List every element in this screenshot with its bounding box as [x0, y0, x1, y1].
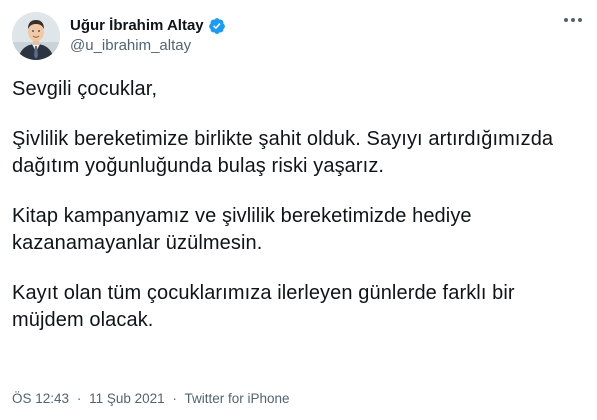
tweet-header: Uğur İbrahim Altay @u_ibrahim_altay	[12, 12, 581, 60]
author-handle[interactable]: @u_ibrahim_altay	[70, 36, 226, 56]
tweet-paragraph: Kitap kampanyamız ve şivlilik bereketimi…	[12, 205, 472, 254]
tweet-card: Uğur İbrahim Altay @u_ibrahim_altay Sevg…	[0, 0, 597, 420]
tweet-date[interactable]: 11 Şub 2021	[89, 391, 165, 406]
more-options-icon[interactable]	[561, 10, 585, 30]
meta-separator: ·	[76, 391, 82, 406]
tweet-paragraph: Sevgili çocuklar,	[12, 78, 158, 100]
tweet-paragraph: Kayıt olan tüm çocuklarımıza ilerleyen g…	[12, 282, 515, 331]
tweet-meta: ÖS 12:43 · 11 Şub 2021 · Twitter for iPh…	[12, 389, 289, 409]
name-row: Uğur İbrahim Altay	[70, 16, 226, 36]
tweet-paragraph: Şivlilik bereketimize birlikte şahit old…	[12, 128, 554, 177]
avatar[interactable]	[12, 12, 60, 60]
tweet-text: Sevgili çocuklar, Şivlilik bereketimize …	[12, 76, 585, 357]
meta-separator: ·	[172, 391, 177, 406]
author-names: Uğur İbrahim Altay @u_ibrahim_altay	[70, 16, 226, 56]
tweet-source[interactable]: Twitter for iPhone	[184, 391, 289, 406]
tweet-time[interactable]: ÖS 12:43	[12, 391, 69, 406]
author-display-name[interactable]: Uğur İbrahim Altay	[70, 16, 204, 36]
verified-badge-icon	[208, 17, 226, 35]
